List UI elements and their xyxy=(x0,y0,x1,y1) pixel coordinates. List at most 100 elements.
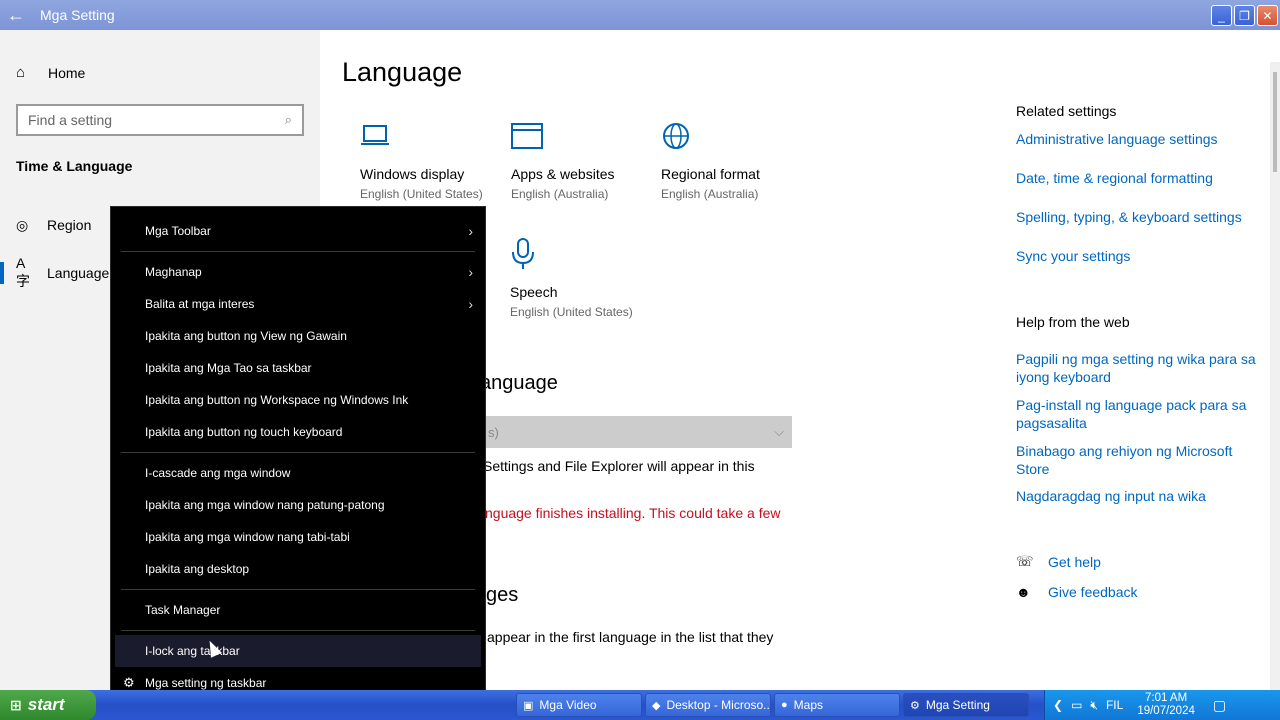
sidebar-item-label: Region xyxy=(47,217,92,233)
back-arrow-icon[interactable]: ← xyxy=(0,0,32,30)
tile-sub: English (Australia) xyxy=(511,187,609,201)
maximize-button[interactable]: ❐ xyxy=(1234,5,1255,26)
menu-item-touch-keyboard[interactable]: Ipakita ang button ng touch keyboard xyxy=(111,416,485,448)
sidebar-item-home[interactable]: ⌂ Home xyxy=(16,64,85,81)
preferred-languages-heading: ges xyxy=(486,584,519,606)
tile-name: Regional format xyxy=(661,166,760,182)
taskbar-button-maps[interactable]: ● Maps xyxy=(774,693,900,717)
laptop-icon xyxy=(360,118,483,154)
close-button[interactable]: ✕ xyxy=(1257,5,1278,26)
tile-windows-display[interactable]: Windows display English (United States) xyxy=(360,118,483,201)
feedback-person-icon: ☻ xyxy=(1016,584,1031,600)
clock[interactable]: 7:01 AM 19/07/2024 xyxy=(1137,692,1195,718)
scrollbar[interactable] xyxy=(1270,62,1280,690)
tile-sub: English (United States) xyxy=(360,187,483,201)
minimize-button[interactable]: _ xyxy=(1211,5,1232,26)
sidebar-item-language[interactable]: A字 Language xyxy=(0,255,110,289)
menu-item-task-manager[interactable]: Task Manager xyxy=(111,594,485,626)
gear-icon: ⚙ xyxy=(910,699,920,712)
display-language-dropdown[interactable]: s) ⌵ xyxy=(480,416,792,448)
scrollbar-thumb[interactable] xyxy=(1273,72,1277,172)
page-title: Language xyxy=(342,57,463,87)
chevron-down-icon: ⌵ xyxy=(774,424,784,439)
tray-expand-icon[interactable]: ❮ xyxy=(1053,698,1063,712)
menu-item-ink-workspace[interactable]: Ipakita ang button ng Workspace ng Windo… xyxy=(111,384,485,416)
get-help-link[interactable]: ☏ Get help xyxy=(1016,553,1101,570)
search-icon[interactable]: ⌕ xyxy=(285,112,292,128)
input-language-indicator[interactable]: FIL xyxy=(1106,698,1123,712)
taskbar-button-desktop[interactable]: ◆ Desktop - Microso... xyxy=(645,693,771,717)
link-spelling-typing[interactable]: Spelling, typing, & keyboard settings xyxy=(1016,208,1242,226)
map-pin-icon: ● xyxy=(781,699,788,711)
menu-separator xyxy=(121,452,475,453)
menu-item-toolbars[interactable]: Mga Toolbar › xyxy=(111,215,485,247)
tile-sub: English (United States) xyxy=(510,305,633,319)
install-warning: nguage finishes installing. This could t… xyxy=(485,505,781,521)
app-icon: ◆ xyxy=(652,699,661,712)
menu-item-search[interactable]: Maghanap › xyxy=(111,256,485,288)
clock-time: 7:01 AM xyxy=(1144,692,1188,704)
help-link-store-region[interactable]: Binabago ang rehiyon ng Microsoft Store xyxy=(1016,442,1266,478)
sidebar-item-label: Language xyxy=(47,265,110,281)
system-tray: ❮ ▭ 🔇︎ FIL 7:01 AM 19/07/2024 ▢ xyxy=(1044,690,1280,720)
search-box[interactable]: ⌕ xyxy=(16,104,304,136)
volume-muted-icon[interactable]: 🔇︎ xyxy=(1090,698,1098,713)
network-icon[interactable]: ▭ xyxy=(1071,698,1082,712)
taskbar-button-settings[interactable]: ⚙ Mga Setting xyxy=(903,693,1029,717)
home-label: Home xyxy=(48,64,86,81)
taskbar: ⊞ start ▣ Mga Video ◆ Desktop - Microso.… xyxy=(0,690,1280,720)
menu-item-task-view-button[interactable]: Ipakita ang button ng View ng Gawain xyxy=(111,320,485,352)
tile-name: Apps & websites xyxy=(511,166,615,182)
title-bar: ← Mga Setting _ ❐ ✕ xyxy=(0,0,1280,30)
link-date-time-format[interactable]: Date, time & regional formatting xyxy=(1016,169,1213,187)
preferred-languages-description: appear in the first language in the list… xyxy=(487,629,774,645)
tile-speech[interactable]: Speech English (United States) xyxy=(510,236,633,319)
dropdown-value: s) xyxy=(488,424,499,440)
link-admin-language[interactable]: Administrative language settings xyxy=(1016,130,1218,148)
window-controls: _ ❐ ✕ xyxy=(1211,5,1278,26)
sidebar-item-region[interactable]: ◎ Region xyxy=(0,210,91,240)
chevron-right-icon: › xyxy=(468,296,473,312)
notification-icon[interactable]: ▢ xyxy=(1213,697,1226,714)
menu-item-side-by-side[interactable]: Ipakita ang mga window nang tabi-tabi xyxy=(111,521,485,553)
section-title: Time & Language xyxy=(16,158,133,174)
search-input[interactable] xyxy=(28,112,285,128)
microphone-icon xyxy=(510,236,633,272)
menu-item-people-taskbar[interactable]: Ipakita ang Mga Tao sa taskbar xyxy=(111,352,485,384)
home-icon: ⌂ xyxy=(16,64,26,81)
video-icon: ▣ xyxy=(523,699,534,712)
gear-icon: ⚙ xyxy=(123,675,135,690)
help-heading: Help from the web xyxy=(1016,314,1130,330)
related-settings-heading: Related settings xyxy=(1016,103,1117,119)
help-link-input-language[interactable]: Nagdaragdag ng input na wika xyxy=(1016,487,1266,505)
chevron-right-icon: › xyxy=(468,264,473,280)
windows-flag-icon: ⊞ xyxy=(10,696,22,713)
start-button[interactable]: ⊞ start xyxy=(0,690,96,720)
menu-separator xyxy=(121,251,475,252)
display-language-description: Settings and File Explorer will appear i… xyxy=(483,458,755,474)
tile-name: Speech xyxy=(510,284,558,300)
chevron-right-icon: › xyxy=(468,223,473,239)
menu-item-lock-taskbar[interactable]: I-lock ang taskbar xyxy=(115,635,481,667)
window-title: Mga Setting xyxy=(40,7,115,23)
menu-separator xyxy=(121,589,475,590)
help-link-language-pack[interactable]: Pag-install ng language pack para sa pag… xyxy=(1016,396,1266,432)
give-feedback-link[interactable]: ☻ Give feedback xyxy=(1016,584,1138,600)
menu-item-show-desktop[interactable]: Ipakita ang desktop xyxy=(111,553,485,585)
taskbar-button-videos[interactable]: ▣ Mga Video xyxy=(516,693,642,717)
link-sync-settings[interactable]: Sync your settings xyxy=(1016,247,1130,265)
menu-separator xyxy=(121,630,475,631)
help-link-keyboard[interactable]: Pagpili ng mga setting ng wika para sa i… xyxy=(1016,350,1266,386)
menu-item-news-interests[interactable]: Balita at mga interes › xyxy=(111,288,485,320)
globe-icon xyxy=(661,118,760,154)
tile-apps-websites[interactable]: Apps & websites English (Australia) xyxy=(511,118,615,201)
taskbar-context-menu: Mga Toolbar › Maghanap › Balita at mga int… xyxy=(110,206,486,698)
language-icon: A字 xyxy=(16,255,30,289)
tile-regional-format[interactable]: Regional format English (Australia) xyxy=(661,118,760,201)
tile-name: Windows display xyxy=(360,166,465,182)
region-globe-icon: ◎ xyxy=(16,216,29,233)
tile-sub: English (Australia) xyxy=(661,187,759,201)
window-icon xyxy=(511,118,615,154)
menu-item-cascade[interactable]: I-cascade ang mga window xyxy=(111,457,485,489)
menu-item-stacked[interactable]: Ipakita ang mga window nang patung-paton… xyxy=(111,489,485,521)
